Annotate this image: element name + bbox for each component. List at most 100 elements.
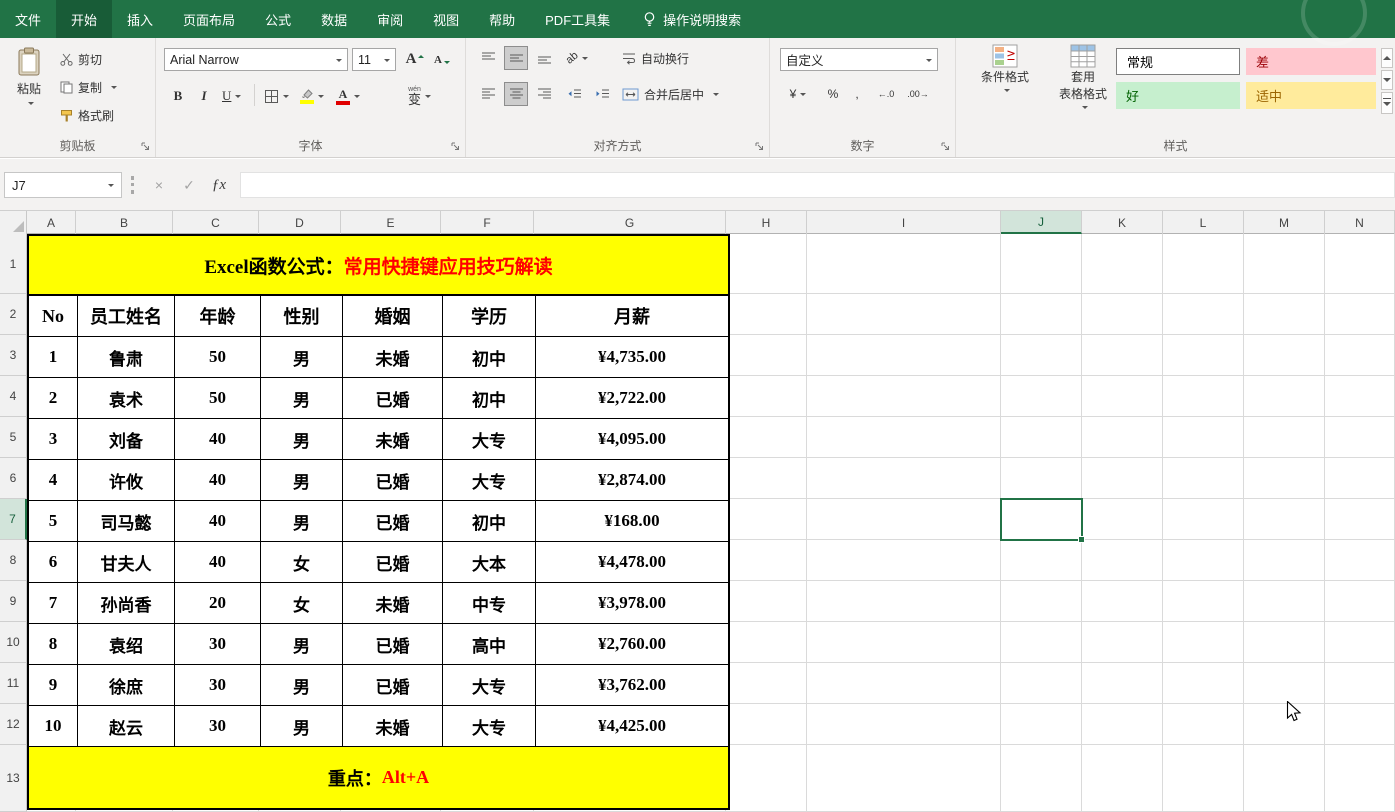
- table-cell[interactable]: ¥4,478.00: [536, 542, 728, 583]
- cell-M2[interactable]: [1244, 294, 1325, 335]
- ribbon-tab-PDF工具集[interactable]: PDF工具集: [530, 0, 625, 38]
- cell-L7[interactable]: [1163, 499, 1244, 540]
- table-cell[interactable]: 30: [175, 665, 261, 706]
- table-cell[interactable]: 30: [175, 624, 261, 665]
- fill-color-button[interactable]: [296, 84, 328, 108]
- table-cell[interactable]: 2: [29, 378, 78, 419]
- table-cell[interactable]: 8: [29, 624, 78, 665]
- table-cell[interactable]: 许攸: [78, 460, 175, 501]
- table-cell[interactable]: 未婚: [343, 706, 443, 747]
- row-header-7[interactable]: 7: [0, 499, 27, 540]
- table-cell[interactable]: 4: [29, 460, 78, 501]
- cell-style-bad[interactable]: 差: [1246, 48, 1376, 75]
- row-header-2[interactable]: 2: [0, 294, 27, 335]
- table-cell[interactable]: ¥2,874.00: [536, 460, 728, 501]
- table-cell[interactable]: 司马懿: [78, 501, 175, 542]
- cell-L2[interactable]: [1163, 294, 1244, 335]
- ribbon-tab-帮助[interactable]: 帮助: [474, 0, 530, 38]
- cell-I6[interactable]: [807, 458, 1001, 499]
- cell-H7[interactable]: [726, 499, 807, 540]
- cell-N11[interactable]: [1325, 663, 1395, 704]
- align-center-button[interactable]: [504, 82, 528, 106]
- cell-H13[interactable]: [726, 745, 807, 812]
- cut-button[interactable]: 剪切: [56, 47, 106, 71]
- ribbon-tab-文件[interactable]: 文件: [0, 0, 56, 38]
- cell-N7[interactable]: [1325, 499, 1395, 540]
- table-cell[interactable]: 甘夫人: [78, 542, 175, 583]
- cell-N2[interactable]: [1325, 294, 1395, 335]
- enter-button[interactable]: ✓: [176, 172, 202, 198]
- table-cell[interactable]: ¥2,722.00: [536, 378, 728, 419]
- table-cell[interactable]: 男: [261, 501, 343, 542]
- table-cell[interactable]: 男: [261, 460, 343, 501]
- cell-L11[interactable]: [1163, 663, 1244, 704]
- row-header-5[interactable]: 5: [0, 417, 27, 458]
- format-as-table-button[interactable]: 套用 表格格式: [1050, 44, 1116, 110]
- cell-I4[interactable]: [807, 376, 1001, 417]
- cell-K4[interactable]: [1082, 376, 1163, 417]
- cell-N10[interactable]: [1325, 622, 1395, 663]
- cell-K6[interactable]: [1082, 458, 1163, 499]
- row-header-3[interactable]: 3: [0, 335, 27, 376]
- cell-L10[interactable]: [1163, 622, 1244, 663]
- column-header-E[interactable]: E: [341, 211, 441, 234]
- row-header-11[interactable]: 11: [0, 663, 27, 704]
- table-cell[interactable]: 大本: [443, 542, 536, 583]
- cell-I5[interactable]: [807, 417, 1001, 458]
- ribbon-tab-开始[interactable]: 开始: [56, 0, 112, 38]
- table-cell[interactable]: 男: [261, 624, 343, 665]
- cell-N4[interactable]: [1325, 376, 1395, 417]
- table-header-cell[interactable]: 婚姻: [343, 296, 443, 337]
- gallery-scroll-up-button[interactable]: [1381, 48, 1393, 68]
- row-header-1[interactable]: 1: [0, 234, 27, 294]
- row-header-6[interactable]: 6: [0, 458, 27, 499]
- cell-L4[interactable]: [1163, 376, 1244, 417]
- cell-K11[interactable]: [1082, 663, 1163, 704]
- name-box[interactable]: J7: [4, 172, 122, 198]
- paste-button[interactable]: 粘贴: [6, 42, 52, 128]
- cell-L9[interactable]: [1163, 581, 1244, 622]
- cancel-button[interactable]: ×: [146, 172, 172, 198]
- ribbon-tab-插入[interactable]: 插入: [112, 0, 168, 38]
- cell-J12[interactable]: [1001, 704, 1082, 745]
- cell-I13[interactable]: [807, 745, 1001, 812]
- row-header-4[interactable]: 4: [0, 376, 27, 417]
- table-cell[interactable]: 9: [29, 665, 78, 706]
- cell-J1[interactable]: [1001, 234, 1082, 294]
- decrease-decimal-button[interactable]: .00→: [904, 82, 932, 106]
- cell-J3[interactable]: [1001, 335, 1082, 376]
- table-cell[interactable]: 40: [175, 501, 261, 542]
- font-color-button[interactable]: A: [332, 84, 364, 108]
- column-header-C[interactable]: C: [173, 211, 259, 234]
- cell-style-good[interactable]: 好: [1116, 82, 1240, 109]
- table-cell[interactable]: 男: [261, 378, 343, 419]
- dialog-launcher-icon[interactable]: [939, 140, 952, 153]
- cell-I1[interactable]: [807, 234, 1001, 294]
- table-cell[interactable]: 未婚: [343, 337, 443, 378]
- cell-I3[interactable]: [807, 335, 1001, 376]
- merge-center-button[interactable]: 合并后居中: [618, 82, 723, 106]
- cell-H3[interactable]: [726, 335, 807, 376]
- cell-I10[interactable]: [807, 622, 1001, 663]
- column-header-F[interactable]: F: [441, 211, 534, 234]
- dialog-launcher-icon[interactable]: [753, 140, 766, 153]
- orientation-button[interactable]: ab: [562, 46, 592, 70]
- table-header-cell[interactable]: 性别: [261, 296, 343, 337]
- column-header-I[interactable]: I: [807, 211, 1001, 234]
- formula-input[interactable]: [240, 172, 1395, 198]
- table-cell[interactable]: 袁术: [78, 378, 175, 419]
- cell-I9[interactable]: [807, 581, 1001, 622]
- cell-H8[interactable]: [726, 540, 807, 581]
- table-cell[interactable]: 赵云: [78, 706, 175, 747]
- table-cell[interactable]: 女: [261, 583, 343, 624]
- table-cell[interactable]: 袁绍: [78, 624, 175, 665]
- table-cell[interactable]: 初中: [443, 337, 536, 378]
- row-header-12[interactable]: 12: [0, 704, 27, 745]
- cell-H1[interactable]: [726, 234, 807, 294]
- table-cell[interactable]: 7: [29, 583, 78, 624]
- table-cell[interactable]: 10: [29, 706, 78, 747]
- cell-H10[interactable]: [726, 622, 807, 663]
- table-cell[interactable]: ¥4,735.00: [536, 337, 728, 378]
- table-cell[interactable]: 30: [175, 706, 261, 747]
- cell-style-normal[interactable]: 常规: [1116, 48, 1240, 75]
